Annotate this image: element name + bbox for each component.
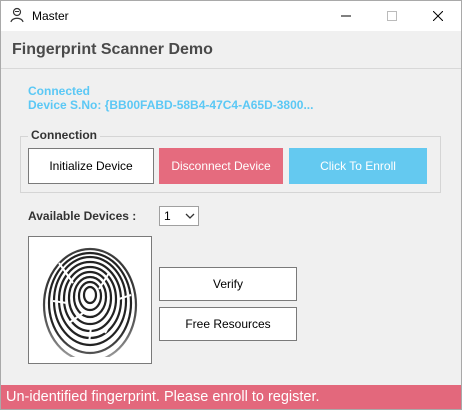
free-resources-button[interactable]: Free Resources (159, 307, 297, 341)
device-select[interactable]: 1 (159, 206, 199, 226)
minimize-button[interactable] (323, 1, 369, 31)
status-bar: Un-identified fingerprint. Please enroll… (1, 385, 461, 409)
header-divider (1, 68, 461, 69)
close-icon (433, 11, 443, 21)
window-title: Master (32, 9, 69, 23)
device-select-value: 1 (164, 209, 171, 223)
app-icon (10, 7, 24, 23)
maximize-icon (387, 11, 397, 21)
page-title: Fingerprint Scanner Demo (12, 41, 213, 58)
fingerprint-frame (28, 236, 152, 364)
minimize-icon (341, 15, 351, 17)
enroll-button[interactable]: Click To Enroll (289, 148, 427, 184)
connection-status: Connected (28, 84, 91, 98)
connection-group-label: Connection (28, 128, 100, 142)
maximize-button[interactable] (369, 1, 415, 31)
device-serial: Device S.No: {BB00FABD-58B4-47C4-A65D-38… (28, 98, 314, 112)
verify-button[interactable]: Verify (159, 267, 297, 301)
main-window: Master Fingerprint Scanner Demo Connecte… (0, 0, 462, 410)
close-button[interactable] (415, 1, 461, 31)
initialize-device-button[interactable]: Initialize Device (28, 148, 154, 184)
title-bar[interactable]: Master (1, 1, 461, 31)
fingerprint-image (39, 243, 141, 357)
chevron-down-icon (185, 213, 195, 219)
disconnect-device-button[interactable]: Disconnect Device (159, 148, 283, 184)
available-devices-label: Available Devices : (28, 209, 137, 223)
status-message: Un-identified fingerprint. Please enroll… (6, 389, 320, 405)
